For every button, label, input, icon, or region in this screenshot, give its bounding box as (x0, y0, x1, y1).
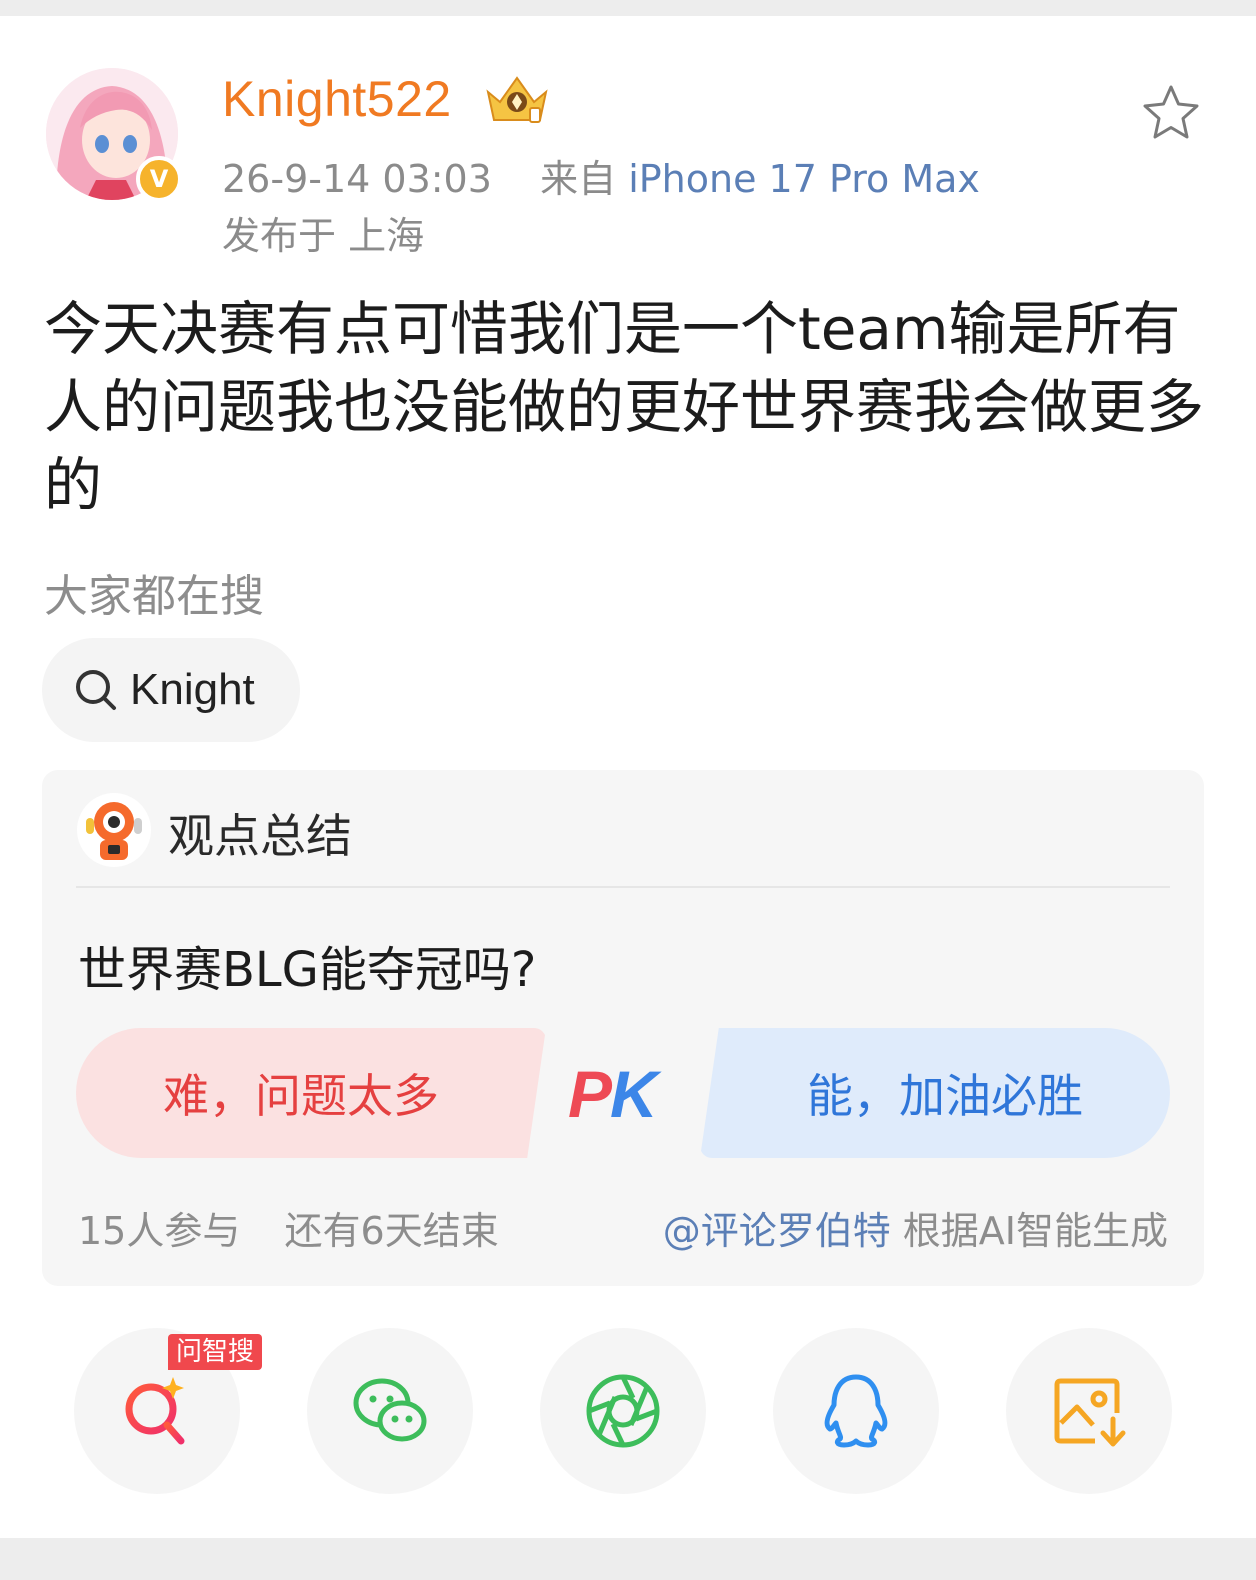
mention-link[interactable]: @评论罗伯特 (663, 1209, 891, 1253)
top-separator (0, 0, 1256, 16)
wechat-share-button[interactable] (307, 1328, 473, 1494)
save-image-icon (1054, 1378, 1126, 1447)
time-remaining: 还有6天结束 (284, 1209, 499, 1253)
device-link[interactable]: iPhone 17 Pro Max (628, 157, 980, 201)
card-title: 观点总结 (168, 809, 352, 863)
moments-share-button[interactable] (540, 1328, 706, 1494)
post-meta: 26-9-14 03:03 来自 iPhone 17 Pro Max (222, 148, 980, 203)
moments-icon (586, 1374, 660, 1448)
hot-search-label: 大家都在搜 (44, 571, 264, 622)
qq-share-button[interactable] (773, 1328, 939, 1494)
save-image-button[interactable] (1006, 1328, 1172, 1494)
post-text: 今天决赛有点可惜我们是一个team输是所有人的问题我也没能做的更好世界赛我会做更… (44, 295, 1205, 519)
poll-option-yes[interactable]: 能，加油必胜 (700, 1028, 1170, 1158)
ai-attribution: @评论罗伯特 根据AI智能生成 (663, 1200, 1168, 1255)
timestamp: 26-9-14 03:03 (222, 157, 492, 201)
robot-mascot-icon (76, 792, 152, 868)
generated-note: 根据AI智能生成 (902, 1209, 1168, 1253)
poll-stats: 15人参与 还有6天结束 (78, 1200, 499, 1255)
username[interactable]: Knight522 (222, 70, 452, 128)
verified-badge-icon: V (136, 156, 182, 202)
qq-icon (824, 1374, 888, 1448)
search-icon (76, 670, 116, 710)
poll-option-no[interactable]: 难，问题太多 (76, 1028, 546, 1158)
participants-count: 15人参与 (78, 1209, 241, 1253)
crown-icon[interactable] (484, 72, 550, 128)
ai-search-badge: 问智搜 (168, 1334, 263, 1370)
pk-label: PK (568, 1057, 658, 1131)
poll-question: 世界赛BLG能夺冠吗? (78, 942, 537, 998)
location: 发布于 上海 (222, 214, 425, 258)
wechat-icon (353, 1378, 427, 1442)
ai-search-icon (125, 1377, 185, 1445)
bottom-separator (0, 1538, 1256, 1580)
star-icon[interactable] (1140, 82, 1202, 144)
source-prefix: 来自 (540, 157, 617, 201)
hot-search-chip-label: Knight (130, 665, 255, 714)
divider (76, 886, 1170, 888)
opinion-summary-card: 观点总结 世界赛BLG能夺冠吗? 难，问题太多 PK 能，加油必胜 15人参与 … (42, 770, 1204, 1286)
hot-search-chip[interactable]: Knight (42, 638, 300, 742)
